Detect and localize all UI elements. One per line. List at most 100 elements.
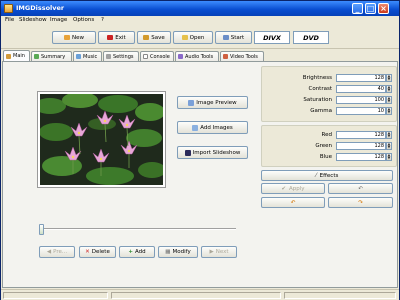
rotate-left-button[interactable]: ↶: [261, 197, 325, 208]
brightness-input[interactable]: 128: [336, 74, 386, 82]
start-button[interactable]: Start: [215, 31, 252, 44]
title-bar[interactable]: IMGDissolver _ □ ×: [1, 1, 399, 16]
arrow-right-icon: ▶: [209, 249, 214, 255]
minimize-button[interactable]: _: [352, 3, 363, 14]
close-button[interactable]: ×: [378, 3, 389, 14]
tab-bar: Main Summary Music Settings Console Audi…: [1, 50, 399, 61]
exit-icon: [107, 35, 114, 40]
blue-label: Blue: [319, 154, 332, 160]
menu-bar: File Slideshow Image Options ?: [1, 16, 399, 25]
color-adjustments-group: Red 128 ▲ ▼ Green 128 ▲ ▼ Blue 128 ▲ ▼: [261, 125, 397, 167]
apply-button[interactable]: ✔ Apply: [261, 183, 325, 194]
add-images-button[interactable]: Add Images: [177, 121, 248, 134]
audio-tools-icon: [178, 54, 183, 59]
new-document-icon: [64, 35, 70, 40]
menu-options[interactable]: Options: [73, 17, 94, 23]
rotate-right-icon: ↷: [358, 199, 363, 206]
tab-settings[interactable]: Settings: [103, 51, 139, 61]
saturation-spinner[interactable]: ▲ ▼: [386, 96, 392, 104]
dvd-button[interactable]: DVD: [293, 31, 329, 44]
tab-main[interactable]: Main: [3, 50, 30, 61]
modify-button[interactable]: ▦ Modify: [158, 246, 198, 258]
contrast-spinner[interactable]: ▲ ▼: [386, 85, 392, 93]
timeline-slider-track: [39, 228, 236, 230]
brightness-label: Brightness: [302, 75, 332, 81]
tab-audio-tools[interactable]: Audio Tools: [175, 51, 219, 61]
console-icon: [143, 54, 148, 59]
gamma-label: Gamma: [310, 108, 332, 114]
red-row: Red 128 ▲ ▼: [262, 131, 398, 140]
delete-button[interactable]: ✕ Delete: [79, 246, 116, 258]
green-label: Green: [315, 143, 332, 149]
import-slideshow-button[interactable]: Import Slideshow: [177, 146, 248, 159]
modify-icon: ▦: [165, 249, 171, 255]
divx-button[interactable]: DIVX: [254, 31, 290, 44]
red-input[interactable]: 128: [336, 131, 386, 139]
next-button[interactable]: ▶ Next: [201, 246, 237, 258]
plus-icon: +: [128, 249, 133, 255]
rotate-left-icon: ↶: [290, 199, 296, 206]
contrast-input[interactable]: 40: [336, 85, 386, 93]
red-label: Red: [321, 132, 332, 138]
window-title: IMGDissolver: [16, 4, 65, 12]
undo-icon: ↶: [358, 185, 363, 192]
gamma-row: Gamma 10 ▲ ▼: [262, 107, 398, 116]
import-slideshow-icon: [184, 149, 191, 156]
blue-input[interactable]: 128: [336, 153, 386, 161]
tab-summary[interactable]: Summary: [31, 51, 72, 61]
status-cell-1: [3, 292, 108, 299]
image-preview-button[interactable]: Image Preview: [177, 96, 248, 109]
video-tools-icon: [223, 54, 228, 59]
saturation-label: Saturation: [303, 97, 332, 103]
timeline-slider-thumb[interactable]: [39, 224, 44, 235]
checkmark-icon: ✔: [281, 185, 287, 192]
tab-video-tools[interactable]: Video Tools: [220, 51, 264, 61]
status-bar: [1, 289, 399, 300]
contrast-label: Contrast: [308, 86, 332, 92]
main-tab-icon: [6, 53, 11, 59]
exit-button[interactable]: Exit: [98, 31, 135, 44]
saturation-input[interactable]: 100: [336, 96, 386, 104]
blue-row: Blue 128 ▲ ▼: [262, 153, 398, 162]
previous-button[interactable]: ◀ Pre...: [39, 246, 75, 258]
save-disk-icon: [143, 35, 150, 40]
maximize-button[interactable]: □: [365, 3, 376, 14]
image-adjustments-group: Brightness 128 ▲ ▼ Contrast 40 ▲ ▼ Saturat…: [261, 66, 397, 122]
red-spinner[interactable]: ▲ ▼: [386, 131, 392, 139]
blue-spinner[interactable]: ▲ ▼: [386, 153, 392, 161]
menu-file[interactable]: File: [5, 17, 14, 23]
status-cell-2: [111, 292, 281, 299]
tab-console[interactable]: Console: [140, 51, 174, 61]
toolbar: New Exit Save Open Start DIVX DVD: [1, 25, 399, 49]
undo-button[interactable]: ↶: [328, 183, 393, 194]
delete-x-icon: ✕: [85, 249, 90, 255]
water-lilies-image: [40, 94, 163, 185]
summary-icon: [34, 54, 39, 59]
status-cell-3: [284, 292, 396, 299]
gamma-input[interactable]: 10: [336, 107, 386, 115]
image-preview-area: [38, 92, 165, 187]
app-icon: [4, 4, 13, 13]
add-button[interactable]: + Add: [119, 246, 155, 258]
open-button[interactable]: Open: [173, 31, 213, 44]
rotate-right-button[interactable]: ↷: [328, 197, 393, 208]
new-button[interactable]: New: [52, 31, 96, 44]
open-folder-icon: [181, 35, 188, 40]
effects-button[interactable]: ⁄ Effects: [261, 170, 393, 181]
magic-wand-icon: ⁄: [315, 172, 317, 179]
arrow-left-icon: ◀: [46, 249, 52, 255]
music-icon: [76, 54, 81, 59]
menu-image[interactable]: Image: [50, 17, 67, 23]
gamma-spinner[interactable]: ▲ ▼: [386, 107, 392, 115]
menu-slideshow[interactable]: Slideshow: [19, 17, 47, 23]
green-spinner[interactable]: ▲ ▼: [386, 142, 392, 150]
brightness-spinner[interactable]: ▲ ▼: [386, 74, 392, 82]
tab-music[interactable]: Music: [73, 51, 102, 61]
save-button[interactable]: Save: [137, 31, 171, 44]
brightness-row: Brightness 128 ▲ ▼: [262, 74, 398, 83]
start-icon: [222, 35, 229, 40]
menu-help[interactable]: ?: [101, 17, 104, 23]
settings-icon: [106, 54, 111, 59]
green-input[interactable]: 128: [336, 142, 386, 150]
green-row: Green 128 ▲ ▼: [262, 142, 398, 151]
